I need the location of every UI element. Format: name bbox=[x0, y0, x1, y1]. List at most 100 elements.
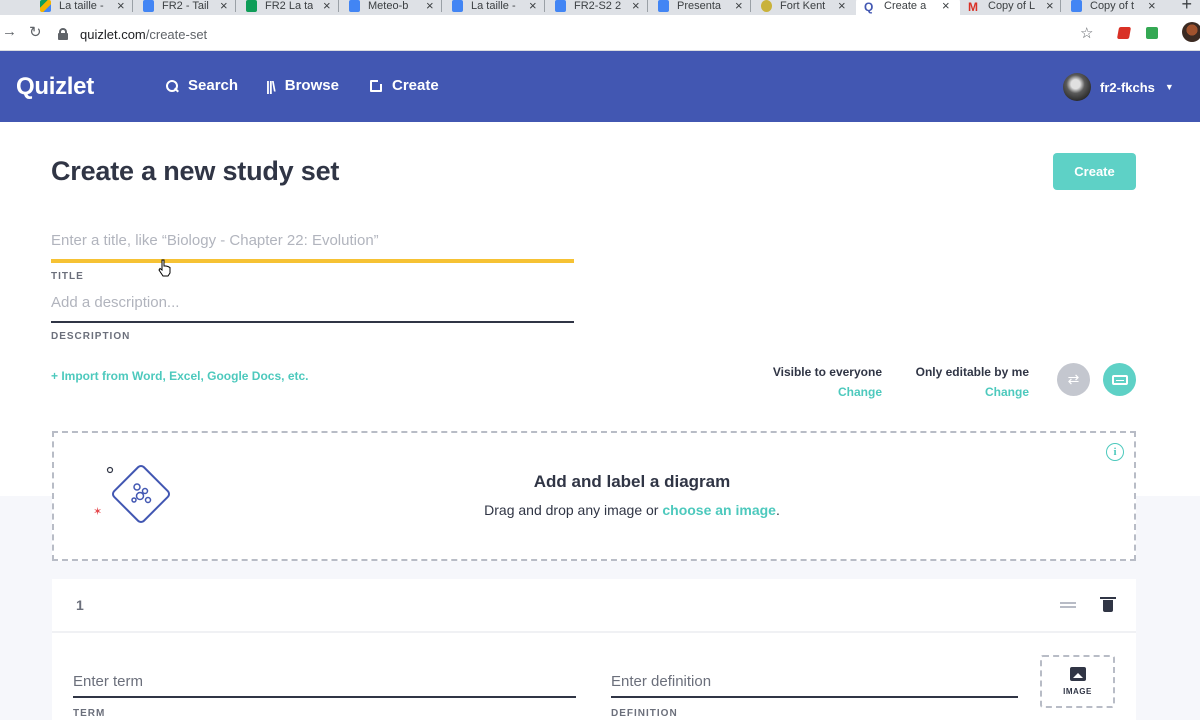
page-title: Create a new study set bbox=[51, 156, 340, 186]
browser-tab[interactable]: La taille - × bbox=[452, 0, 537, 15]
extension-icon[interactable] bbox=[1116, 27, 1132, 39]
browser-toolbar: → ↻ quizlet.com/create-set ☆ bbox=[0, 15, 1200, 51]
browser-tab-active[interactable]: Q Create a × bbox=[856, 0, 960, 15]
google-docs-icon bbox=[452, 0, 463, 12]
drag-handle-icon[interactable] bbox=[1060, 602, 1076, 608]
user-menu[interactable]: fr2-fkchs ▼ bbox=[1063, 73, 1174, 101]
nav-create[interactable]: Create bbox=[370, 77, 439, 94]
tab-title: FR2-S2 2 bbox=[574, 0, 622, 12]
definition-input[interactable]: Enter definition bbox=[611, 673, 1018, 690]
quizlet-icon: Q bbox=[864, 0, 874, 14]
image-icon bbox=[1069, 667, 1086, 681]
import-link[interactable]: + Import from Word, Excel, Google Docs, … bbox=[51, 369, 309, 383]
browser-tab[interactable]: Meteo-b × bbox=[349, 0, 434, 15]
visibility-setting: Visible to everyone Change bbox=[740, 365, 882, 399]
close-icon[interactable]: × bbox=[1148, 0, 1156, 13]
title-label: TITLE bbox=[51, 271, 84, 282]
close-icon[interactable]: × bbox=[632, 0, 640, 13]
browser-tab-strip: La taille - × FR2 - Tail × FR2 La ta × Mete… bbox=[0, 0, 1200, 15]
google-drive-icon bbox=[40, 0, 51, 12]
editability-change-link[interactable]: Change bbox=[880, 385, 1029, 399]
avatar bbox=[1063, 73, 1091, 101]
close-icon[interactable]: × bbox=[220, 0, 228, 13]
browser-tab[interactable]: Copy of t × bbox=[1071, 0, 1156, 15]
tab-title: Copy of L bbox=[988, 0, 1036, 12]
close-icon[interactable]: × bbox=[735, 0, 743, 13]
tab-title: Copy of t bbox=[1090, 0, 1135, 12]
lock-icon bbox=[58, 28, 68, 40]
close-icon[interactable]: × bbox=[942, 0, 950, 13]
forward-arrow-icon[interactable]: → bbox=[2, 23, 17, 40]
google-docs-icon bbox=[349, 0, 360, 12]
nav-search[interactable]: Search bbox=[166, 77, 238, 94]
browser-tab[interactable]: Presenta × bbox=[658, 0, 743, 15]
nav-search-label: Search bbox=[188, 77, 239, 94]
browser-tab[interactable]: Fort Kent × bbox=[761, 0, 846, 15]
browser-profile-avatar[interactable] bbox=[1182, 22, 1200, 42]
tab-title: Presenta bbox=[677, 0, 722, 12]
close-icon[interactable]: × bbox=[1046, 0, 1054, 13]
card-number: 1 bbox=[76, 597, 84, 613]
term-card: 1 Enter term TERM Enter definition DEFIN… bbox=[52, 579, 1136, 720]
site-favicon-icon bbox=[761, 0, 772, 12]
title-input[interactable]: Enter a title, like “Biology - Chapter 2… bbox=[51, 232, 574, 249]
google-docs-icon bbox=[1071, 0, 1082, 12]
description-field[interactable]: Add a description... DESCRIPTION bbox=[51, 294, 574, 342]
username: fr2-fkchs bbox=[1100, 79, 1155, 95]
url-text: quizlet.com/create-set bbox=[80, 27, 207, 42]
quizlet-logo[interactable]: Quizlet bbox=[16, 73, 94, 101]
hand-cursor-icon bbox=[158, 259, 171, 277]
extension-icon[interactable] bbox=[1146, 27, 1158, 39]
tab-title: Meteo-b bbox=[368, 0, 409, 12]
diagram-instructions: Drag and drop any image or choose an ima… bbox=[52, 502, 1200, 518]
url-path: /create-set bbox=[145, 26, 208, 42]
swap-terms-button[interactable]: ⇄ bbox=[1057, 363, 1090, 396]
browser-tab[interactable]: FR2-S2 2 × bbox=[555, 0, 640, 15]
info-icon[interactable]: i bbox=[1106, 443, 1124, 461]
close-icon[interactable]: × bbox=[426, 0, 434, 13]
google-docs-icon bbox=[658, 0, 669, 12]
browser-tab[interactable]: FR2 La ta × bbox=[246, 0, 331, 15]
close-icon[interactable]: × bbox=[117, 0, 125, 13]
description-input[interactable]: Add a description... bbox=[51, 294, 574, 311]
definition-underline bbox=[611, 696, 1018, 698]
tab-title: La taille - bbox=[59, 0, 104, 12]
address-bar[interactable]: quizlet.com/create-set bbox=[58, 21, 1108, 47]
nav-browse[interactable]: ||\ Browse bbox=[266, 77, 339, 94]
reload-icon[interactable]: ↻ bbox=[29, 23, 42, 41]
description-underline bbox=[51, 321, 574, 323]
keyboard-icon bbox=[1111, 374, 1128, 385]
term-input[interactable]: Enter term bbox=[73, 673, 576, 690]
browser-tab[interactable]: M Copy of L × bbox=[968, 0, 1054, 15]
url-host: quizlet.com bbox=[80, 26, 146, 42]
definition-label: DEFINITION bbox=[611, 708, 678, 719]
visibility-label: Visible to everyone bbox=[772, 365, 882, 379]
new-tab-icon[interactable]: + bbox=[1181, 0, 1192, 15]
term-field[interactable]: Enter term TERM bbox=[73, 673, 576, 719]
term-underline bbox=[73, 696, 576, 698]
card-header: 1 bbox=[52, 579, 1136, 633]
create-icon bbox=[370, 77, 384, 92]
close-icon[interactable]: × bbox=[529, 0, 537, 13]
create-button[interactable]: Create bbox=[1053, 153, 1136, 190]
close-icon[interactable]: × bbox=[838, 0, 846, 13]
title-field[interactable]: Enter a title, like “Biology - Chapter 2… bbox=[51, 232, 574, 282]
add-image-button[interactable]: IMAGE bbox=[1040, 655, 1115, 708]
choose-image-link[interactable]: choose an image bbox=[662, 502, 776, 518]
diagram-text: Drag and drop any image or bbox=[484, 502, 659, 518]
editability-label: Only editable by me bbox=[915, 365, 1029, 379]
keyboard-shortcuts-button[interactable] bbox=[1103, 363, 1136, 396]
trash-icon[interactable] bbox=[1100, 597, 1116, 612]
browser-tab[interactable]: La taille - × bbox=[40, 0, 125, 15]
bookmark-star-icon[interactable]: ☆ bbox=[1080, 24, 1093, 42]
diagram-title: Add and label a diagram bbox=[533, 472, 731, 491]
definition-field[interactable]: Enter definition DEFINITION bbox=[611, 673, 1018, 719]
visibility-change-link[interactable]: Change bbox=[740, 385, 882, 399]
nav-create-label: Create bbox=[392, 77, 439, 94]
diagram-dropzone[interactable]: ✶ i bbox=[52, 431, 1136, 561]
google-sheets-icon bbox=[246, 0, 257, 12]
browser-tab[interactable]: FR2 - Tail × bbox=[143, 0, 228, 15]
close-icon[interactable]: × bbox=[323, 0, 331, 13]
google-docs-icon bbox=[555, 0, 566, 12]
nav-browse-label: Browse bbox=[284, 77, 339, 94]
